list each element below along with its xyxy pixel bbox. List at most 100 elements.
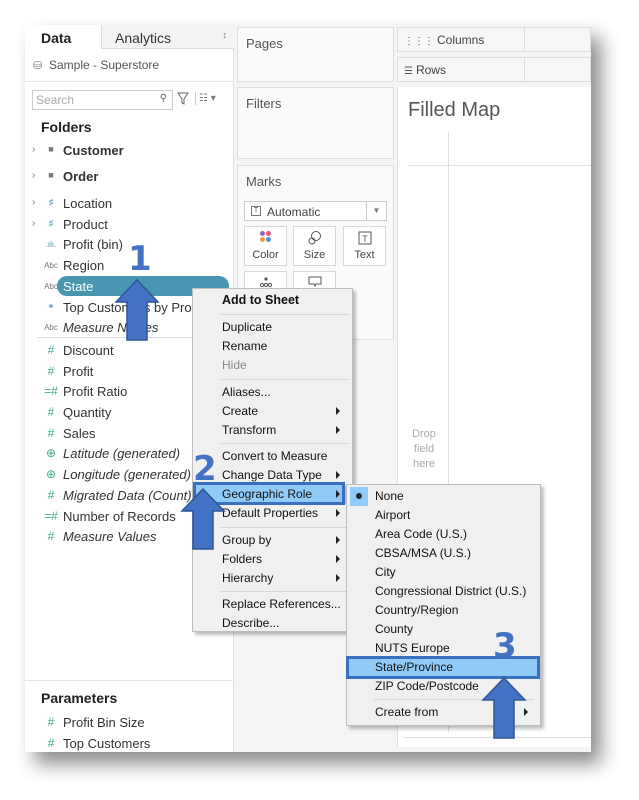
svg-text:T: T bbox=[362, 234, 368, 244]
columns-shelf[interactable]: ⋮⋮⋮ Columns bbox=[397, 27, 591, 52]
field-customer[interactable]: › ■ Customer bbox=[25, 141, 234, 161]
color-label: Color bbox=[252, 249, 279, 261]
menu-item-label: CBSA/MSA (U.S.) bbox=[375, 546, 472, 560]
field-product[interactable]: › ♯ Product bbox=[25, 215, 234, 235]
text-button[interactable]: T Text bbox=[343, 226, 386, 266]
step-number-2: 2 bbox=[193, 449, 217, 489]
text-label: Text bbox=[354, 249, 375, 261]
submenu-item-area-code[interactable]: Area Code (U.S.) bbox=[347, 525, 540, 544]
gridline bbox=[408, 165, 591, 166]
field-label: Latitude (generated) bbox=[63, 446, 181, 461]
step-number-1: 1 bbox=[128, 239, 152, 279]
field-label: Customer bbox=[63, 143, 124, 158]
datasource-label: Sample - Superstore bbox=[49, 58, 160, 72]
submenu-arrow-icon bbox=[336, 471, 340, 479]
menu-item-transform[interactable]: Transform bbox=[193, 421, 352, 440]
field-label: Number of Records bbox=[63, 509, 176, 524]
menu-item-label: NUTS Europe bbox=[375, 641, 450, 655]
rows-shelf[interactable]: ☰ Rows bbox=[397, 57, 591, 82]
menu-separator bbox=[221, 527, 349, 528]
menu-item-label: County bbox=[375, 622, 414, 636]
chevron-right-icon[interactable]: › bbox=[32, 144, 35, 155]
submenu-item-cbsa-msa[interactable]: CBSA/MSA (U.S.) bbox=[347, 544, 540, 563]
tab-analytics-label: Analytics bbox=[115, 30, 172, 46]
field-location[interactable]: › ♯ Location bbox=[25, 194, 234, 214]
chevron-right-icon[interactable]: › bbox=[32, 170, 35, 181]
radio-checked-icon bbox=[350, 487, 368, 506]
field-order[interactable]: › ■ Order bbox=[25, 167, 234, 187]
size-button[interactable]: Size bbox=[293, 226, 336, 266]
field-label: Top Customers bbox=[63, 736, 151, 751]
field-label: Profit (bin) bbox=[63, 237, 123, 252]
view-toggle-button[interactable]: ☷ ▾ bbox=[195, 92, 216, 105]
menu-item-create[interactable]: Create bbox=[193, 402, 352, 421]
mark-type-dropdown[interactable]: T Automatic ▼ bbox=[244, 201, 387, 221]
field-label: Migrated Data (Count) bbox=[63, 488, 192, 503]
menu-item-label: Convert to Measure bbox=[222, 449, 328, 463]
field-label: Product bbox=[63, 217, 108, 232]
field-label: Location bbox=[63, 196, 113, 211]
updown-icon: ↕ bbox=[222, 30, 228, 40]
menu-item-hierarchy[interactable]: Hierarchy bbox=[193, 569, 352, 588]
submenu-item-country-region[interactable]: Country/Region bbox=[347, 601, 540, 620]
chevron-down-icon: ▼ bbox=[366, 202, 386, 220]
rows-label: Rows bbox=[415, 63, 446, 77]
columns-label: Columns bbox=[437, 33, 485, 47]
menu-item-label: Area Code (U.S.) bbox=[375, 527, 468, 541]
number-icon: # bbox=[47, 488, 55, 502]
number-icon: # bbox=[47, 715, 55, 729]
arrow-up-icon bbox=[180, 487, 226, 550]
menu-separator bbox=[221, 591, 349, 592]
drop-field-line: here bbox=[412, 458, 436, 470]
number-icon: # bbox=[47, 343, 55, 357]
menu-item-duplicate[interactable]: Duplicate bbox=[193, 318, 352, 337]
menu-item-label: Congressional District (U.S.) bbox=[375, 584, 527, 598]
menu-item-describe[interactable]: Describe... bbox=[193, 614, 352, 633]
field-label: State bbox=[63, 279, 94, 294]
filter-icon[interactable] bbox=[177, 92, 189, 106]
number-icon: # bbox=[47, 364, 55, 378]
menu-item-convert-to-measure[interactable]: Convert to Measure bbox=[193, 447, 352, 466]
datasource[interactable]: ⛁ Sample - Superstore bbox=[33, 58, 159, 72]
chevron-right-icon[interactable]: › bbox=[32, 197, 35, 208]
divider bbox=[524, 28, 525, 51]
field-label: Quantity bbox=[63, 405, 112, 420]
menu-item-label: Airport bbox=[375, 508, 411, 522]
divider bbox=[524, 58, 525, 81]
submenu-item-city[interactable]: City bbox=[347, 563, 540, 582]
folder-icon: ■ bbox=[48, 144, 54, 154]
field-label: Profit Ratio bbox=[63, 384, 128, 399]
size-icon bbox=[294, 231, 335, 245]
field-label: Longitude (generated) bbox=[63, 467, 191, 482]
chevron-right-icon[interactable]: › bbox=[32, 218, 35, 229]
menu-item-folders[interactable]: Folders bbox=[193, 550, 352, 569]
menu-item-add-to-sheet[interactable]: Add to Sheet bbox=[193, 291, 352, 310]
menu-item-label: Country/Region bbox=[375, 603, 459, 617]
submenu-item-airport[interactable]: Airport bbox=[347, 506, 540, 525]
rows-icon: ☰ bbox=[404, 66, 413, 77]
menu-item-label: Folders bbox=[222, 552, 263, 566]
chevron-down-icon: ▾ bbox=[210, 93, 216, 105]
menu-item-replace-references[interactable]: Replace References... bbox=[193, 595, 352, 614]
abc-icon: Abc bbox=[44, 323, 58, 332]
tab-data[interactable]: Data bbox=[25, 25, 101, 49]
submenu-item-congressional-district[interactable]: Congressional District (U.S.) bbox=[347, 582, 540, 601]
field-label: Region bbox=[63, 258, 105, 273]
menu-separator bbox=[221, 379, 349, 380]
drop-field-hint[interactable]: Drop field here bbox=[408, 427, 440, 472]
menu-item-label: ZIP Code/Postcode bbox=[375, 679, 479, 693]
filters-shelf[interactable]: Filters bbox=[237, 87, 394, 159]
tab-analytics[interactable]: Analytics ↕ bbox=[101, 25, 234, 49]
pages-shelf[interactable]: Pages bbox=[237, 27, 394, 82]
color-button[interactable]: Color bbox=[244, 226, 287, 266]
number-icon: # bbox=[47, 426, 55, 440]
arrow-up-icon bbox=[114, 278, 160, 341]
param-top-customers[interactable]: # Top Customers bbox=[25, 734, 234, 752]
menu-separator bbox=[221, 443, 349, 444]
param-profit-bin-size[interactable]: # Profit Bin Size bbox=[25, 713, 234, 733]
submenu-item-none[interactable]: None bbox=[347, 487, 540, 506]
menu-item-aliases[interactable]: Aliases... bbox=[193, 383, 352, 402]
menu-item-rename[interactable]: Rename bbox=[193, 337, 352, 356]
hierarchy-icon: ♯ bbox=[48, 218, 54, 228]
search-input[interactable] bbox=[33, 91, 143, 109]
